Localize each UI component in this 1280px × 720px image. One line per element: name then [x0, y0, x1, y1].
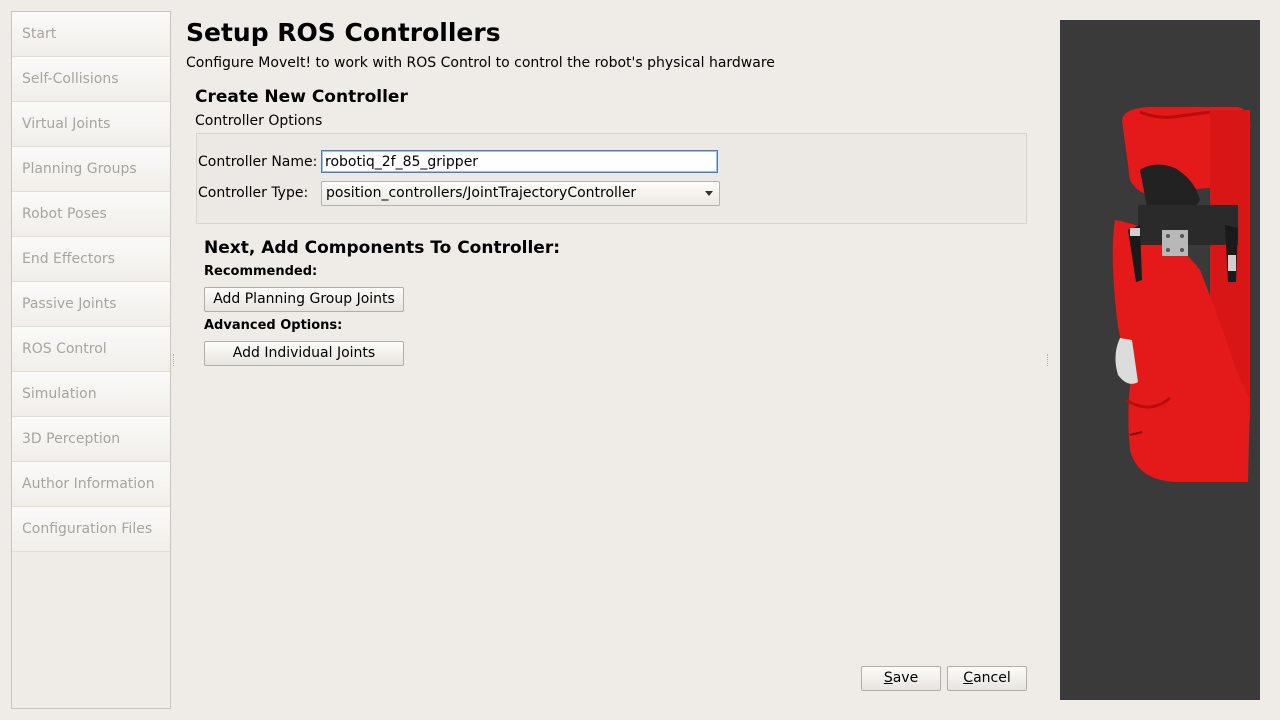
- controller-name-input[interactable]: [321, 150, 718, 173]
- controller-type-value: position_controllers/JointTrajectoryCont…: [326, 185, 637, 201]
- add-components-heading: Next, Add Components To Controller:: [204, 238, 561, 258]
- controller-options-group: [196, 133, 1027, 224]
- add-planning-group-joints-button[interactable]: Add Planning Group Joints: [204, 287, 404, 312]
- left-splitter-handle[interactable]: [173, 354, 176, 366]
- sidebar-item-virtual-joints[interactable]: Virtual Joints: [12, 102, 170, 147]
- sidebar-item-simulation[interactable]: Simulation: [12, 372, 170, 417]
- page-description: Configure MoveIt! to work with ROS Contr…: [186, 55, 775, 71]
- sidebar: Start Self-Collisions Virtual Joints Pla…: [11, 11, 171, 709]
- sidebar-item-passive-joints[interactable]: Passive Joints: [12, 282, 170, 327]
- sidebar-item-robot-poses[interactable]: Robot Poses: [12, 192, 170, 237]
- advanced-options-label: Advanced Options:: [204, 318, 343, 333]
- page-title: Setup ROS Controllers: [186, 18, 501, 47]
- controller-options-label: Controller Options: [195, 113, 323, 129]
- sidebar-item-planning-groups[interactable]: Planning Groups: [12, 147, 170, 192]
- controller-type-select[interactable]: position_controllers/JointTrajectoryCont…: [321, 181, 720, 206]
- sidebar-item-self-collisions[interactable]: Self-Collisions: [12, 57, 170, 102]
- dropdown-arrow-icon: [705, 191, 713, 196]
- sidebar-item-configuration-files[interactable]: Configuration Files: [12, 507, 170, 552]
- save-mnemonic: S: [883, 670, 893, 686]
- recommended-label: Recommended:: [204, 264, 318, 279]
- robot-viewport[interactable]: [1060, 20, 1260, 700]
- controller-type-label: Controller Type:: [198, 185, 309, 201]
- robot-model-icon: [1112, 107, 1251, 482]
- sidebar-item-start[interactable]: Start: [12, 12, 170, 57]
- sidebar-item-author-information[interactable]: Author Information: [12, 462, 170, 507]
- save-label-rest: ave: [892, 670, 919, 686]
- sidebar-item-end-effectors[interactable]: End Effectors: [12, 237, 170, 282]
- sidebar-item-3d-perception[interactable]: 3D Perception: [12, 417, 170, 462]
- add-individual-joints-button[interactable]: Add Individual Joints: [204, 341, 404, 366]
- sidebar-item-ros-control[interactable]: ROS Control: [12, 327, 170, 372]
- controller-name-label: Controller Name:: [198, 154, 318, 170]
- cancel-label-rest: ancel: [973, 670, 1011, 686]
- cancel-button[interactable]: Cancel: [947, 666, 1027, 691]
- save-button[interactable]: Save: [861, 666, 941, 691]
- right-splitter-handle[interactable]: [1047, 354, 1050, 366]
- cancel-mnemonic: C: [963, 670, 974, 686]
- create-controller-heading: Create New Controller: [195, 87, 408, 107]
